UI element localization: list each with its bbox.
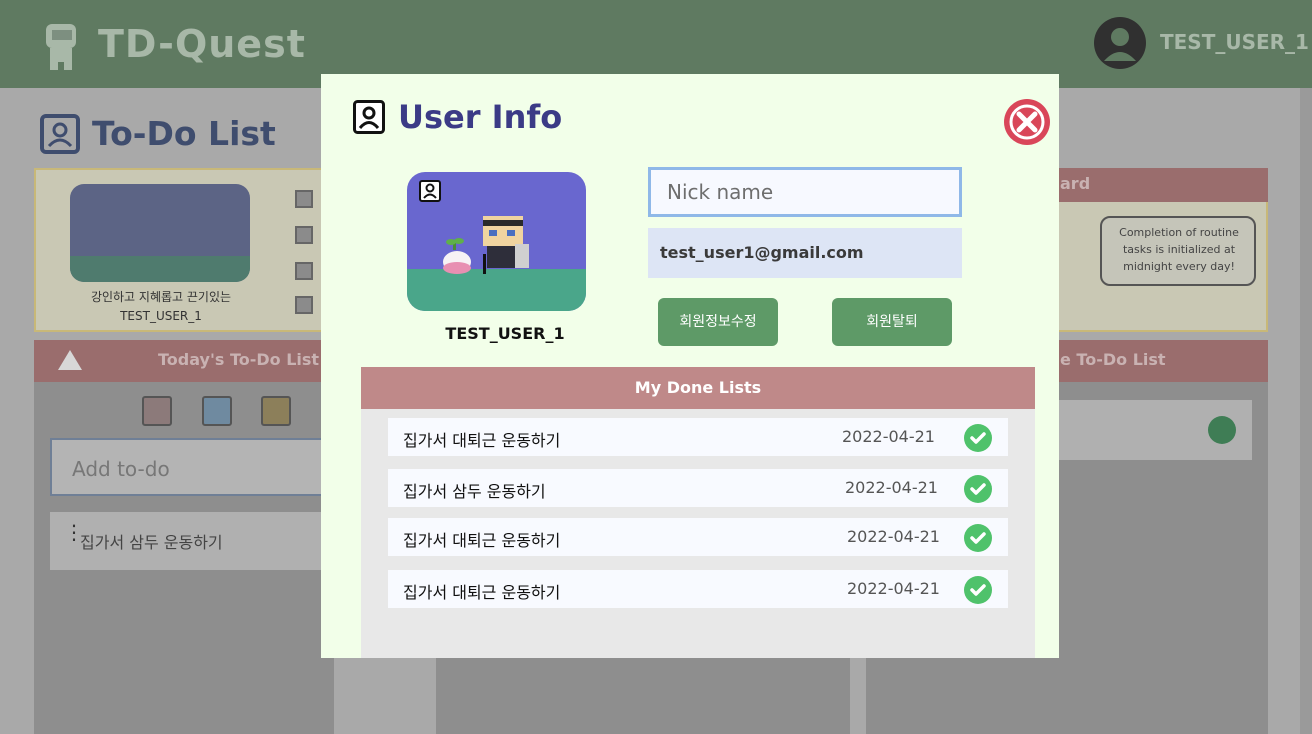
delete-account-button[interactable]: 회원탈퇴 — [832, 298, 952, 346]
done-list-item[interactable]: 집가서 대퇴근 운동하기 2022-04-21 — [388, 518, 1008, 556]
user-info-modal: User Info TEST_USER_1 Nick name test_use… — [321, 74, 1059, 658]
check-icon — [964, 576, 992, 604]
todo-item-text: 집가서 삼두 운동하기 — [80, 533, 223, 552]
done-list-body: 집가서 대퇴근 운동하기 2022-04-21 집가서 삼두 운동하기 2022… — [361, 409, 1035, 658]
done-item-text: 집가서 삼두 운동하기 — [403, 482, 546, 501]
knight-character-icon — [443, 216, 529, 274]
sword-category-icon[interactable] — [142, 396, 172, 426]
done-item-text: 집가서 대퇴근 운동하기 — [403, 431, 561, 450]
done-list-item[interactable]: 집가서 삼두 운동하기 2022-04-21 — [388, 469, 1008, 507]
header-username[interactable]: TEST_USER_1 — [1160, 30, 1309, 54]
page-title: To-Do List — [92, 114, 276, 153]
page-scrollbar[interactable] — [1300, 88, 1312, 734]
right-list-item[interactable] — [1030, 400, 1252, 460]
check-icon — [964, 424, 992, 452]
user-card-icon — [40, 114, 80, 154]
done-item-text: 집가서 대퇴근 운동하기 — [403, 583, 561, 602]
check-icon — [964, 475, 992, 503]
add-todo-input[interactable]: Add to-do — [50, 438, 340, 496]
modal-username: TEST_USER_1 — [445, 324, 565, 343]
profile-card: 강인하고 지혜롭고 끈기있는 TEST_USER_1 — [34, 168, 334, 332]
email-field: test_user1@gmail.com — [648, 228, 962, 278]
gem-category-icon[interactable] — [202, 396, 232, 426]
monster-icon[interactable] — [295, 262, 313, 280]
sword-icon[interactable] — [295, 190, 313, 208]
today-list-title: Today's To-Do List — [158, 350, 320, 369]
user-avatar-icon[interactable] — [1094, 17, 1146, 69]
email-text: test_user1@gmail.com — [660, 243, 864, 262]
edit-profile-button[interactable]: 회원정보수정 — [658, 298, 778, 346]
right-list-title: e To-Do List — [1060, 350, 1166, 369]
character-avatar — [407, 172, 586, 311]
collapse-triangle-icon[interactable] — [58, 350, 82, 370]
close-icon — [1009, 104, 1045, 140]
close-button[interactable] — [1004, 99, 1050, 145]
done-item-date: 2022-04-21 — [847, 527, 940, 546]
modal-title: User Info — [398, 98, 563, 136]
done-item-date: 2022-04-21 — [842, 427, 935, 446]
done-item-date: 2022-04-21 — [845, 478, 938, 497]
astronaut-logo-icon — [38, 22, 84, 72]
nickname-input[interactable] — [648, 167, 962, 217]
done-list-item[interactable]: 집가서 대퇴근 운동하기 2022-04-21 — [388, 418, 1008, 456]
done-list-item[interactable]: 집가서 대퇴근 운동하기 2022-04-21 — [388, 570, 1008, 608]
user-card-icon — [353, 100, 385, 134]
profile-title-text: 강인하고 지혜롭고 끈기있는 — [90, 290, 232, 304]
profile-username-text: TEST_USER_1 — [120, 309, 202, 323]
check-icon — [964, 524, 992, 552]
profile-caption: 강인하고 지혜롭고 끈기있는 TEST_USER_1 — [36, 288, 286, 326]
character-image — [70, 184, 250, 282]
done-list-header: My Done Lists — [361, 367, 1035, 409]
gem-icon[interactable] — [295, 226, 313, 244]
chest-icon[interactable] — [295, 296, 313, 314]
speech-bubble-text: Completion of routine tasks is initializ… — [1119, 226, 1239, 273]
app-logo-text[interactable]: TD-Quest — [98, 22, 306, 66]
todo-list-item[interactable]: ⋮ 집가서 삼두 운동하기 — [50, 512, 340, 570]
check-icon — [1208, 416, 1236, 444]
monster-category-icon[interactable] — [261, 396, 291, 426]
user-badge-icon — [419, 180, 441, 202]
done-item-text: 집가서 대퇴근 운동하기 — [403, 531, 561, 550]
done-item-date: 2022-04-21 — [847, 579, 940, 598]
right-panel-title: ard — [1060, 174, 1091, 193]
add-todo-placeholder: Add to-do — [72, 457, 170, 481]
